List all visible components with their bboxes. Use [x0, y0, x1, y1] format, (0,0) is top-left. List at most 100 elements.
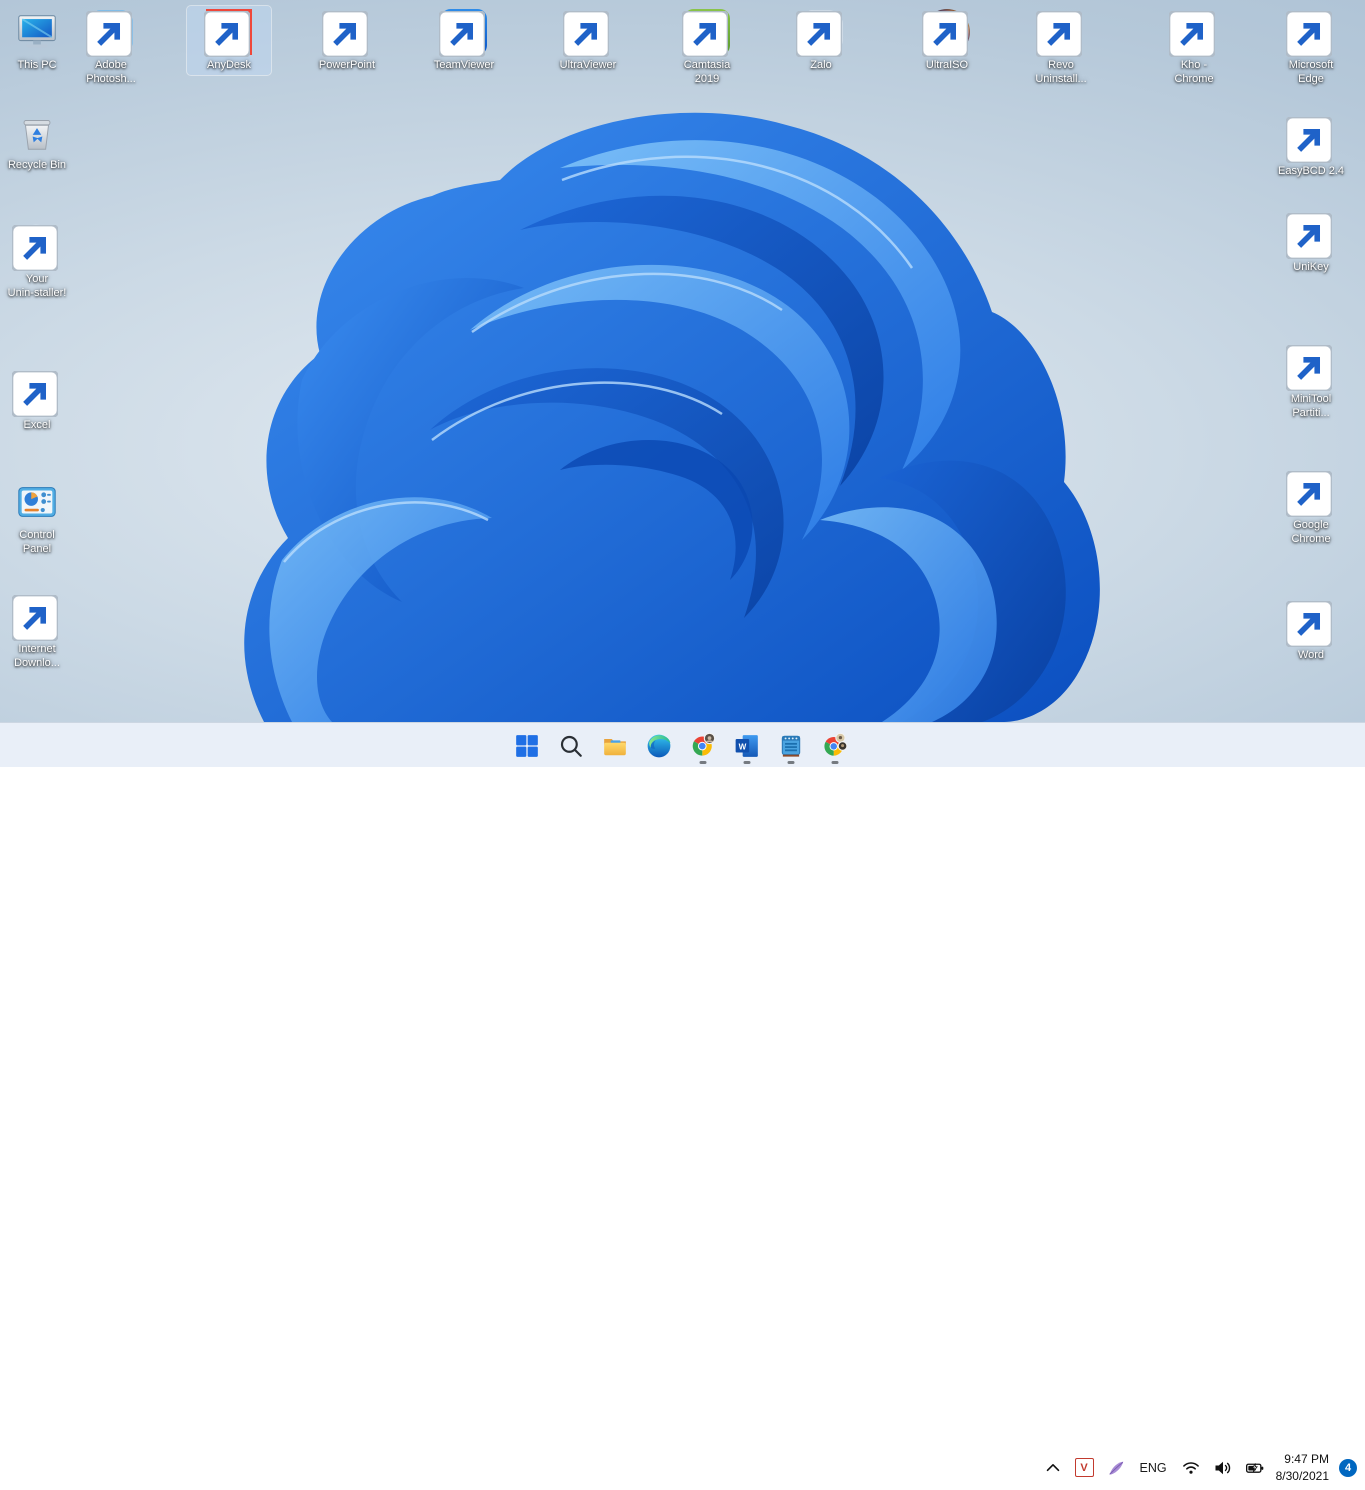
desktop-icon-label: UniKey: [1293, 261, 1329, 273]
easybcd-icon: EasyBCD: [1286, 115, 1334, 163]
desktop-icon-adobe-photoshop[interactable]: PsAdobe Photosh...: [69, 6, 153, 89]
shortcut-arrow-icon: [86, 11, 132, 57]
svg-text:W: W: [739, 742, 747, 751]
desktop-icon-powerpoint[interactable]: P PowerPoint: [305, 6, 389, 75]
desktop-icon-microsoft-edge[interactable]: Microsoft Edge: [1269, 6, 1353, 89]
revo-uninstaller-icon: R: [1036, 9, 1084, 57]
desktop-icon-this-pc[interactable]: This PC: [0, 6, 79, 75]
desktop-icon-label: UltraISO: [925, 59, 969, 71]
shortcut-arrow-icon: [563, 11, 609, 57]
shortcut-arrow-icon: [1286, 471, 1332, 517]
desktop-icon-label: Google Chrome: [1291, 519, 1331, 545]
wallpaper-bloom-art: [244, 112, 1100, 722]
notification-badge[interactable]: 4: [1339, 1458, 1357, 1477]
your-uninstaller-icon: Yu: [12, 223, 60, 271]
desktop-icon-label: AnyDesk: [206, 59, 252, 71]
desktop-icon-control-panel[interactable]: Control Panel: [0, 476, 79, 559]
desktop-icon-zalo[interactable]: Zalo Zalo: [779, 6, 863, 75]
desktop-icon-label: Zalo: [810, 59, 832, 71]
taskbar-notebook-app-button[interactable]: [771, 726, 811, 766]
shortcut-arrow-icon: [12, 371, 58, 417]
desktop-icon-excel[interactable]: X Excel: [0, 366, 79, 435]
clock-time: 9:47 PM: [1284, 1452, 1329, 1467]
adobe-photoshop-icon: Ps: [86, 9, 134, 57]
desktop-icon-idm[interactable]: Internet Downlo...: [0, 590, 79, 673]
language-indicator[interactable]: ENG: [1133, 1451, 1174, 1485]
desktop-icon-label: Your Unin-staller!: [7, 273, 67, 299]
desktop-icon-label: Recycle Bin: [7, 159, 67, 171]
shortcut-arrow-icon: [922, 11, 968, 57]
minitool-partition-icon: [1286, 343, 1334, 391]
desktop-icon-label: Internet Downlo...: [14, 643, 60, 669]
shortcut-arrow-icon: [796, 11, 842, 57]
shortcut-arrow-icon: [682, 11, 728, 57]
desktop-icon-label: TeamViewer: [433, 59, 495, 71]
anydesk-icon: [204, 9, 252, 57]
google-chrome-icon: [1286, 469, 1334, 517]
control-panel-icon: [14, 479, 60, 525]
taskbar-start-button[interactable]: [507, 726, 547, 766]
tray-unikey-icon[interactable]: V: [1070, 1451, 1099, 1485]
unikey-icon: uin: [1286, 211, 1334, 259]
powerpoint-icon: P: [322, 9, 370, 57]
desktop-icon-kho-chrome[interactable]: Kho - Chrome: [1152, 6, 1236, 89]
clock-date: 8/30/2021: [1275, 1468, 1329, 1483]
shortcut-arrow-icon: [439, 11, 485, 57]
desktop-icon-anydesk[interactable]: AnyDesk: [186, 5, 272, 76]
battery-charging-icon[interactable]: [1240, 1451, 1270, 1485]
taskbar-microsoft-edge-button[interactable]: [639, 726, 679, 766]
taskbar-center-icons: W: [507, 723, 855, 768]
desktop-icon-label: Revo Uninstall...: [1035, 59, 1087, 85]
tray-feather-icon[interactable]: [1101, 1451, 1131, 1485]
taskbar-clock[interactable]: 9:47 PM 8/30/2021: [1272, 1451, 1333, 1485]
taskbar-file-explorer-button[interactable]: [595, 726, 635, 766]
shortcut-arrow-icon: [204, 11, 250, 57]
desktop-icon-recycle-bin[interactable]: Recycle Bin: [0, 106, 79, 175]
desktop-icon-label: EasyBCD 2.4: [1277, 165, 1345, 177]
shortcut-arrow-icon: [1286, 117, 1332, 163]
shortcut-arrow-icon: [1286, 345, 1332, 391]
desktop-icon-ultraviewer[interactable]: UltraViewer: [546, 6, 630, 75]
desktop-icon-label: UltraViewer: [559, 59, 617, 71]
desktop-icon-label: Camtasia 2019: [683, 59, 731, 85]
ultraiso-icon: [922, 9, 970, 57]
zalo-icon: Zalo: [796, 9, 844, 57]
taskbar-search-button[interactable]: [551, 726, 591, 766]
desktop-icon-unikey[interactable]: uin UniKey: [1269, 208, 1353, 277]
camtasia-icon: [682, 9, 730, 57]
excel-icon: X: [12, 369, 60, 417]
running-indicator: [787, 760, 795, 764]
desktop-icon-word[interactable]: W Word: [1269, 596, 1353, 665]
desktop-icon-ultraiso[interactable]: UltraISO: [905, 6, 989, 75]
taskbar-word-button[interactable]: W: [727, 726, 767, 766]
taskbar-chrome-profile-1-button[interactable]: [683, 726, 723, 766]
idm-icon: [12, 593, 60, 641]
desktop-icon-easybcd[interactable]: EasyBCD EasyBCD 2.4: [1269, 112, 1353, 181]
desktop-wallpaper[interactable]: This PC PsAdobe Photosh... AnyDesk P PowerPo…: [0, 0, 1365, 722]
shortcut-arrow-icon: [12, 225, 58, 271]
microsoft-edge-icon: [1286, 9, 1334, 57]
tray-chevron-up-icon[interactable]: [1038, 1451, 1068, 1485]
desktop-icon-label: This PC: [17, 59, 57, 71]
running-indicator: [743, 760, 751, 764]
shortcut-arrow-icon: [322, 11, 368, 57]
word-icon: W: [1286, 599, 1334, 647]
desktop-icon-revo-uninstaller[interactable]: RRevo Uninstall...: [1019, 6, 1103, 89]
this-pc-icon: [14, 9, 60, 55]
ultraviewer-icon: [563, 9, 611, 57]
taskbar-chrome-profile-2-button[interactable]: [815, 726, 855, 766]
desktop-icon-your-uninstaller[interactable]: YuYour Unin-staller!: [0, 220, 79, 303]
desktop-icon-teamviewer[interactable]: TeamViewer: [422, 6, 506, 75]
shortcut-arrow-icon: [1036, 11, 1082, 57]
running-indicator: [831, 760, 839, 764]
wifi-icon[interactable]: [1176, 1451, 1206, 1485]
running-indicator: [699, 760, 707, 764]
desktop-icon-camtasia[interactable]: Camtasia 2019: [665, 6, 749, 89]
desktop-icon-google-chrome[interactable]: Google Chrome: [1269, 466, 1353, 549]
desktop-icon-label: Kho - Chrome: [1174, 59, 1214, 85]
volume-icon[interactable]: [1208, 1451, 1238, 1485]
taskbar: W V ENG 9:47 PM 8/30/2021 4: [0, 722, 1365, 1483]
desktop-icon-label: Excel: [23, 419, 51, 431]
shortcut-arrow-icon: [1286, 11, 1332, 57]
desktop-icon-minitool-partition[interactable]: MiniTool Partiti...: [1269, 340, 1353, 423]
